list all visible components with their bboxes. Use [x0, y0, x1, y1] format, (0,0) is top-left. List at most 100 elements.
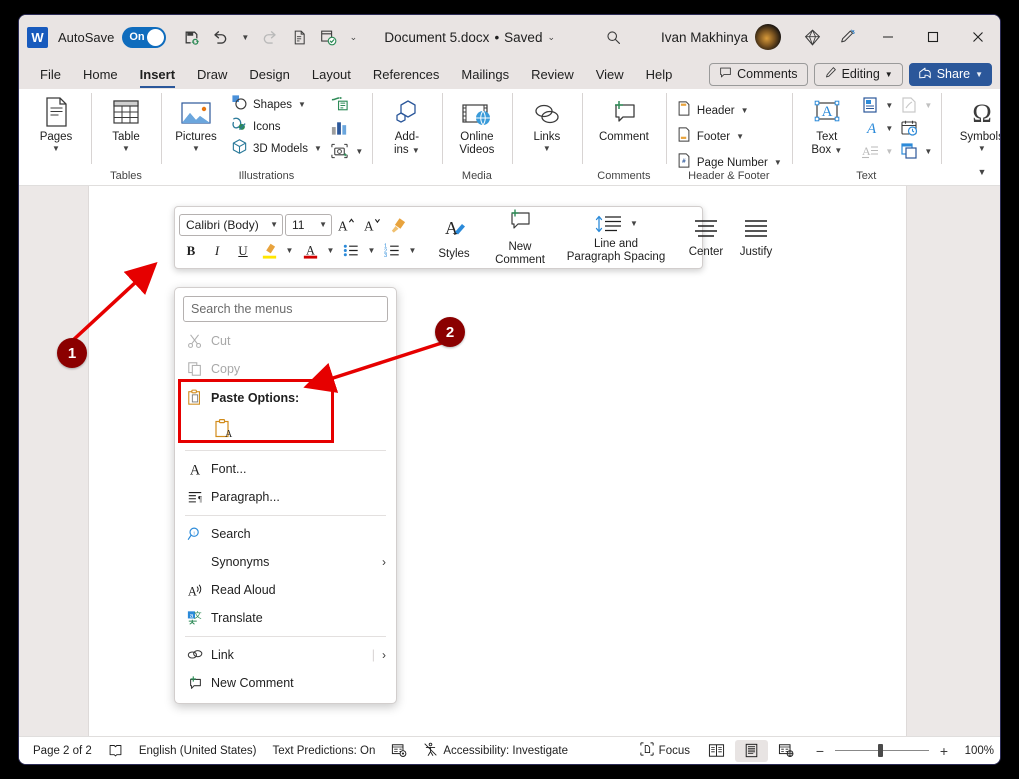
bullets-icon[interactable] [339, 239, 363, 262]
undo-icon[interactable] [207, 24, 233, 50]
save-icon[interactable] [178, 24, 204, 50]
tab-mailings[interactable]: Mailings [450, 64, 520, 84]
context-menu-item-search[interactable]: i Search [175, 520, 396, 548]
comments-button[interactable]: Comments [709, 62, 808, 86]
context-menu-item-font[interactable]: A Font... [175, 455, 396, 483]
table-button[interactable]: Table ▼ [97, 92, 155, 153]
page-info[interactable]: Page 2 of 2 [25, 740, 100, 762]
maximize-icon[interactable] [910, 15, 955, 59]
minimize-icon[interactable] [865, 15, 910, 59]
increase-font-size-icon[interactable]: A [334, 213, 358, 236]
search-menus-input[interactable]: Search the menus [183, 296, 388, 322]
icons-button[interactable]: Icons [227, 116, 326, 137]
accessibility-indicator[interactable]: Accessibility: Investigate [415, 740, 576, 762]
print-layout-button[interactable] [735, 739, 768, 762]
styles-button[interactable]: A Styles [429, 213, 479, 263]
avatar[interactable] [755, 24, 781, 50]
tab-layout[interactable]: Layout [301, 64, 362, 84]
chevron-down-icon[interactable]: ▼ [883, 117, 896, 139]
tab-help[interactable]: Help [635, 64, 684, 84]
pages-button[interactable]: Pages ▼ [27, 92, 85, 153]
context-menu-item-synonyms[interactable]: Synonyms › [175, 548, 396, 576]
tab-file[interactable]: File [29, 64, 72, 84]
editing-mode-button[interactable]: Editing ▼ [813, 62, 903, 86]
microsoft-365-diamond-icon[interactable] [797, 22, 827, 52]
new-comment-button[interactable]: New Comment [489, 206, 551, 269]
chevron-down-icon[interactable]: ▼ [353, 140, 366, 162]
tab-references[interactable]: References [362, 64, 450, 84]
undo-caret-icon[interactable]: ▼ [236, 24, 254, 50]
header-button[interactable]: Header ▼ [672, 98, 786, 123]
format-painter-icon[interactable] [386, 213, 410, 236]
object-icon[interactable] [897, 140, 921, 162]
chevron-down-icon[interactable]: ▼ [365, 240, 378, 262]
zoom-in-button[interactable]: + [937, 743, 951, 759]
symbols-button[interactable]: Ω Symbols ▼ [947, 92, 1000, 153]
font-color-icon[interactable]: A [298, 239, 322, 262]
text-predictions-indicator[interactable]: Text Predictions: On [264, 740, 383, 762]
add-ins-button[interactable]: Add-ins ▼ [378, 92, 436, 156]
customize-qat-caret-icon[interactable]: ⌄ [344, 24, 362, 50]
chart-icon[interactable] [328, 117, 352, 139]
tab-draw[interactable]: Draw [186, 64, 238, 84]
language-indicator[interactable]: English (United States) [131, 740, 265, 762]
online-videos-button[interactable]: Online Videos [448, 92, 506, 156]
web-layout-button[interactable] [770, 740, 803, 762]
text-highlight-icon[interactable] [257, 239, 281, 262]
shapes-button[interactable]: Shapes ▼ [227, 94, 326, 115]
links-button[interactable]: Links ▼ [518, 92, 576, 153]
focus-mode-button[interactable]: Focus [632, 740, 698, 762]
date-time-icon[interactable] [897, 117, 921, 139]
footer-button[interactable]: Footer ▼ [672, 124, 786, 149]
context-menu-item-new-comment[interactable]: New Comment [175, 669, 396, 697]
screenshot-icon[interactable] [328, 140, 352, 162]
chevron-down-icon[interactable]: ▼ [324, 240, 337, 262]
editor-check-icon[interactable] [315, 24, 341, 50]
ink-pen-icon[interactable] [831, 22, 861, 52]
tab-design[interactable]: Design [238, 64, 300, 84]
chevron-down-icon[interactable]: ▼ [406, 240, 419, 262]
tab-review[interactable]: Review [520, 64, 585, 84]
zoom-out-button[interactable]: − [813, 743, 827, 759]
numbering-icon[interactable]: 123 [380, 239, 404, 262]
tab-insert[interactable]: Insert [129, 64, 186, 88]
share-button[interactable]: Share ▼ [908, 62, 992, 86]
smartart-icon[interactable] [328, 94, 352, 116]
zoom-level[interactable]: 100% [961, 745, 994, 757]
quick-parts-icon[interactable] [858, 94, 882, 116]
editor-score-icon[interactable] [383, 740, 415, 762]
line-paragraph-spacing-button[interactable]: ▼ Line and Paragraph Spacing [551, 210, 681, 266]
chevron-down-icon[interactable]: ▼ [883, 94, 896, 116]
autosave-toggle[interactable]: On [122, 26, 167, 48]
comment-button[interactable]: Comment [588, 92, 660, 144]
proofing-icon[interactable] [100, 740, 131, 762]
italic-button[interactable]: I [205, 239, 229, 262]
3d-models-button[interactable]: 3D Models ▼ [227, 138, 326, 159]
text-box-button[interactable]: A Text Box ▼ [798, 92, 856, 156]
tab-view[interactable]: View [585, 64, 635, 84]
tab-home[interactable]: Home [72, 64, 129, 84]
font-size-combo[interactable]: 11 ▼ [285, 213, 332, 236]
context-menu-item-link[interactable]: Link | › [175, 641, 396, 669]
font-name-combo[interactable]: Calibri (Body) ▼ [179, 213, 283, 236]
read-mode-button[interactable] [700, 740, 733, 762]
wordart-icon[interactable]: A [858, 117, 882, 139]
search-icon[interactable] [599, 23, 627, 51]
zoom-slider[interactable] [835, 744, 929, 757]
chevron-down-icon[interactable]: ▼ [283, 240, 296, 262]
context-menu-item-translate[interactable]: a文 Translate [175, 604, 396, 632]
keep-text-only-icon[interactable]: A [211, 416, 237, 442]
underline-button[interactable]: U [231, 239, 255, 262]
print-preview-icon[interactable] [286, 24, 312, 50]
zoom-slider-thumb[interactable] [878, 744, 884, 757]
context-menu-item-paragraph[interactable]: ¶ Paragraph... [175, 483, 396, 511]
document-title-button[interactable]: Document 5.docx • Saved ⌄ [384, 30, 555, 45]
pictures-button[interactable]: Pictures ▼ [167, 92, 225, 153]
justify-align-button[interactable]: Justify [731, 215, 781, 261]
ribbon-collapse-caret-icon[interactable]: ▼ [972, 163, 992, 181]
bold-button[interactable]: B [179, 239, 203, 262]
center-align-button[interactable]: Center [681, 215, 731, 261]
decrease-font-size-icon[interactable]: A [360, 213, 384, 236]
chevron-down-icon[interactable]: ▼ [922, 140, 935, 162]
context-menu-item-read-aloud[interactable]: A Read Aloud [175, 576, 396, 604]
